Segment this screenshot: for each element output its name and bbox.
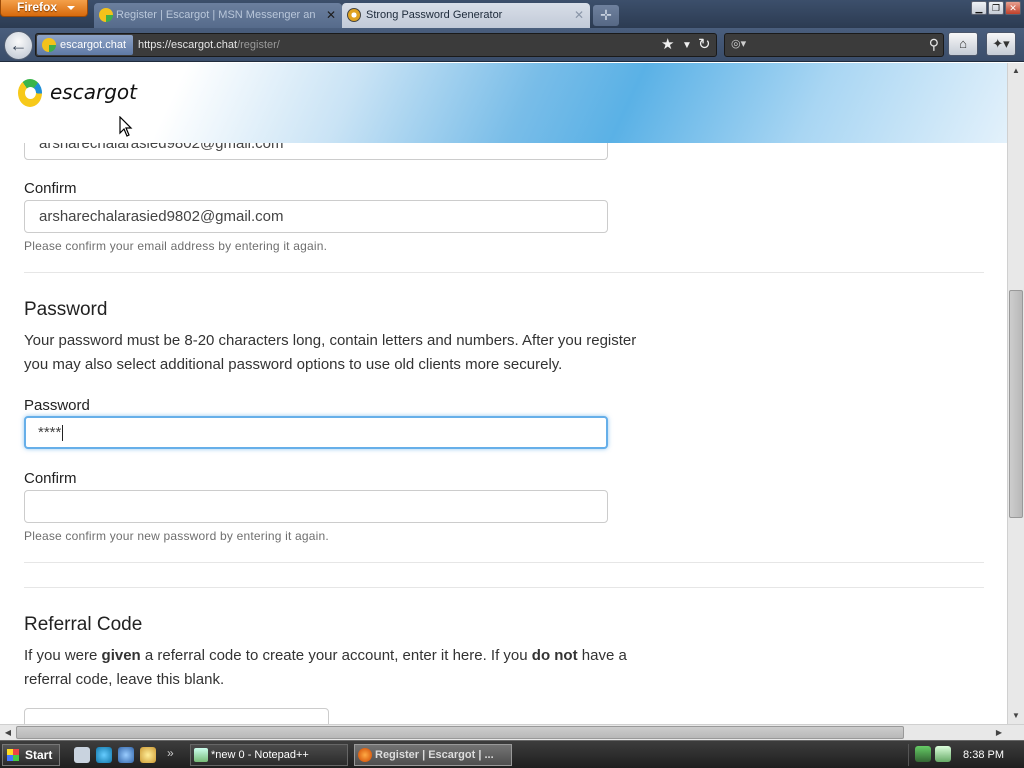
firefox-menu-label: Firefox xyxy=(17,0,58,14)
close-tab-icon[interactable]: ✕ xyxy=(326,3,336,27)
tab-password-generator[interactable]: Strong Password Generator ✕ xyxy=(342,3,590,28)
password-label: Password xyxy=(24,397,90,414)
site-header: escargot xyxy=(0,63,1007,143)
site-identity-button[interactable]: escargot.chat xyxy=(37,35,133,55)
divider xyxy=(24,587,984,588)
taskbar-item-label: *new 0 - Notepad++ xyxy=(211,749,309,761)
minimize-icon[interactable]: ▁ xyxy=(971,1,987,15)
vertical-scrollbar[interactable]: ▲ ▼ xyxy=(1007,63,1024,724)
password-description-line1: Your password must be 8-20 characters lo… xyxy=(24,332,637,349)
confirm-email-help: Please confirm your email address by ent… xyxy=(24,239,328,253)
tab-strip: Firefox Register | Escargot | MSN Messen… xyxy=(0,0,1024,28)
password-description-line2: you may also select additional password … xyxy=(24,356,563,373)
show-desktop-icon[interactable] xyxy=(74,747,90,763)
explorer-icon[interactable] xyxy=(140,747,156,763)
scroll-up-icon[interactable]: ▲ xyxy=(1008,63,1024,79)
text-caret xyxy=(62,425,64,442)
quicklaunch-overflow-icon[interactable]: » xyxy=(167,746,174,760)
confirm-password-label: Confirm xyxy=(24,470,77,487)
taskbar-item-notepad[interactable]: *new 0 - Notepad++ xyxy=(190,744,348,766)
confirm-email-label: Confirm xyxy=(24,180,77,197)
back-button[interactable]: ← xyxy=(4,31,33,60)
start-button[interactable]: Start xyxy=(2,744,60,766)
tab-title: Strong Password Generator xyxy=(366,9,503,21)
referral-description-line2: referral code, leave this blank. xyxy=(24,671,225,688)
firefox-menu-button[interactable]: Firefox xyxy=(0,0,88,17)
escargot-favicon-icon xyxy=(99,8,113,22)
url-bar[interactable]: escargot.chat https://escargot.chat/regi… xyxy=(35,33,717,57)
confirm-password-field[interactable] xyxy=(24,490,608,523)
search-icon[interactable]: ⚲ xyxy=(929,36,939,53)
reload-icon[interactable]: ↻ xyxy=(698,36,711,54)
escargot-favicon-icon xyxy=(42,38,56,52)
referral-section-title: Referral Code xyxy=(24,614,143,635)
referral-description: If you were given a referral code to cre… xyxy=(24,644,674,692)
bookmark-star-icon[interactable]: ★ xyxy=(661,36,674,54)
tab-escargot-register[interactable]: Register | Escargot | MSN Messenger an ✕ xyxy=(94,3,342,28)
scroll-right-icon[interactable]: ▶ xyxy=(991,725,1007,741)
referral-emphasis: given xyxy=(101,647,141,664)
navigation-toolbar: ← escargot.chat https://escargot.chat/re… xyxy=(0,28,1024,62)
vertical-scroll-thumb[interactable] xyxy=(1009,290,1023,518)
referral-text: If you were xyxy=(24,647,102,664)
site-logo-text[interactable]: escargot xyxy=(50,80,137,104)
scroll-down-icon[interactable]: ▼ xyxy=(1008,708,1024,724)
home-button[interactable]: ⌂ xyxy=(948,32,978,56)
password-generator-favicon-icon xyxy=(347,8,361,22)
referral-code-field[interactable] xyxy=(24,708,329,724)
firefox-icon xyxy=(358,748,372,762)
referral-text: a referral code to create your account, … xyxy=(140,647,532,664)
notepad-plus-plus-icon xyxy=(194,748,208,762)
password-section-title: Password xyxy=(24,299,108,320)
password-value: **** xyxy=(38,424,62,441)
taskbar-item-firefox[interactable]: Register | Escargot | ... xyxy=(354,744,512,766)
close-tab-icon[interactable]: ✕ xyxy=(574,3,584,27)
horizontal-scrollbar[interactable]: ◀ ▶ xyxy=(0,724,1024,740)
close-window-icon[interactable]: ✕ xyxy=(1005,1,1021,15)
divider xyxy=(24,272,984,273)
referral-description-line1: If you were given a referral code to cre… xyxy=(24,644,674,668)
home-icon: ⌂ xyxy=(959,36,967,51)
tray-app-icon[interactable] xyxy=(935,746,951,762)
referral-emphasis: do not xyxy=(531,647,578,664)
confirm-password-help: Please confirm your new password by ente… xyxy=(24,529,329,543)
url-path: /register/ xyxy=(237,39,280,51)
network-icon[interactable] xyxy=(915,746,931,762)
url-text[interactable]: https://escargot.chat/register/ xyxy=(138,34,280,56)
password-description: Your password must be 8-20 characters lo… xyxy=(24,329,674,377)
taskbar: Start » *new 0 - Notepad++ Register | Es… xyxy=(0,740,1024,768)
media-player-icon[interactable] xyxy=(118,747,134,763)
system-tray: 8:38 PM xyxy=(908,744,1022,766)
bookmarks-button[interactable]: ✦▾ xyxy=(986,32,1016,56)
history-dropdown-icon[interactable]: ▼ xyxy=(682,37,692,55)
search-engine-icon[interactable]: ◎▾ xyxy=(731,37,746,50)
password-field[interactable]: **** xyxy=(24,416,608,449)
scroll-left-icon[interactable]: ◀ xyxy=(0,725,16,741)
taskbar-item-label: Register | Escargot | ... xyxy=(375,749,494,761)
horizontal-scroll-thumb[interactable] xyxy=(16,726,904,739)
page-viewport: escargot arsharechalarasied9802@gmail.co… xyxy=(0,63,1007,724)
bookmarks-icon: ✦▾ xyxy=(992,36,1010,51)
url-host: https://escargot.chat xyxy=(138,39,238,51)
referral-text: have a xyxy=(577,647,627,664)
chevron-down-icon xyxy=(67,6,75,10)
internet-explorer-icon[interactable] xyxy=(96,747,112,763)
start-label: Start xyxy=(25,748,53,762)
clock[interactable]: 8:38 PM xyxy=(963,749,1004,761)
identity-label: escargot.chat xyxy=(60,39,127,51)
restore-icon[interactable]: ❐ xyxy=(988,1,1004,15)
tab-title: Register | Escargot | MSN Messenger an xyxy=(116,9,316,21)
search-bar[interactable]: ◎▾ ⚲ xyxy=(724,33,944,57)
divider xyxy=(24,562,984,563)
confirm-email-field[interactable]: arsharechalarasied9802@gmail.com xyxy=(24,200,608,233)
escargot-logo-icon[interactable] xyxy=(18,79,42,107)
new-tab-button[interactable]: ✛ xyxy=(593,5,619,26)
